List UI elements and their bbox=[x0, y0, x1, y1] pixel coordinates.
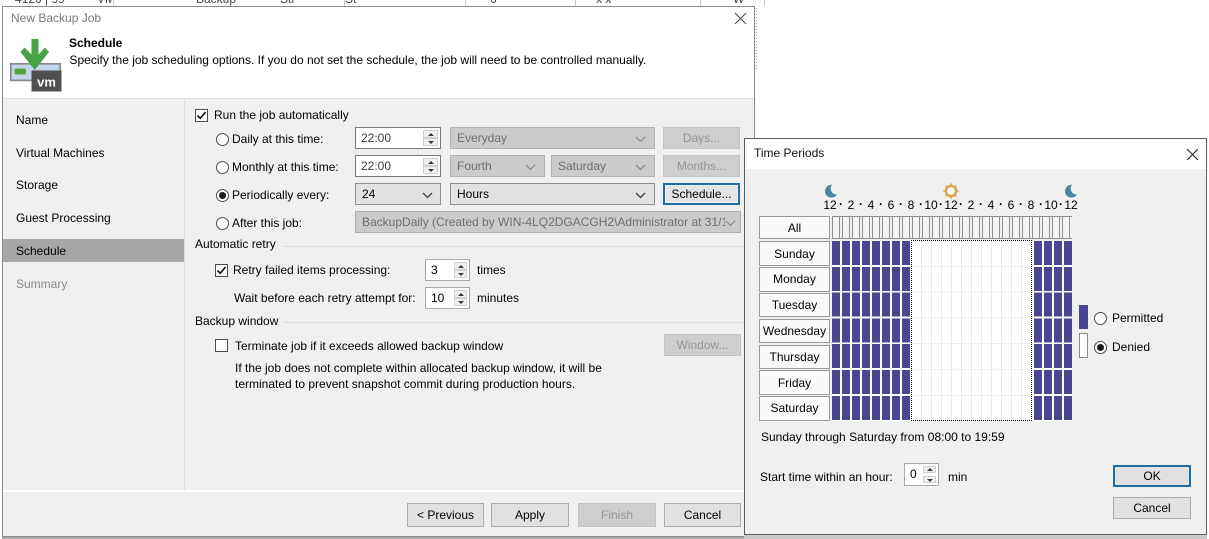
svg-text:vm: vm bbox=[37, 75, 56, 90]
